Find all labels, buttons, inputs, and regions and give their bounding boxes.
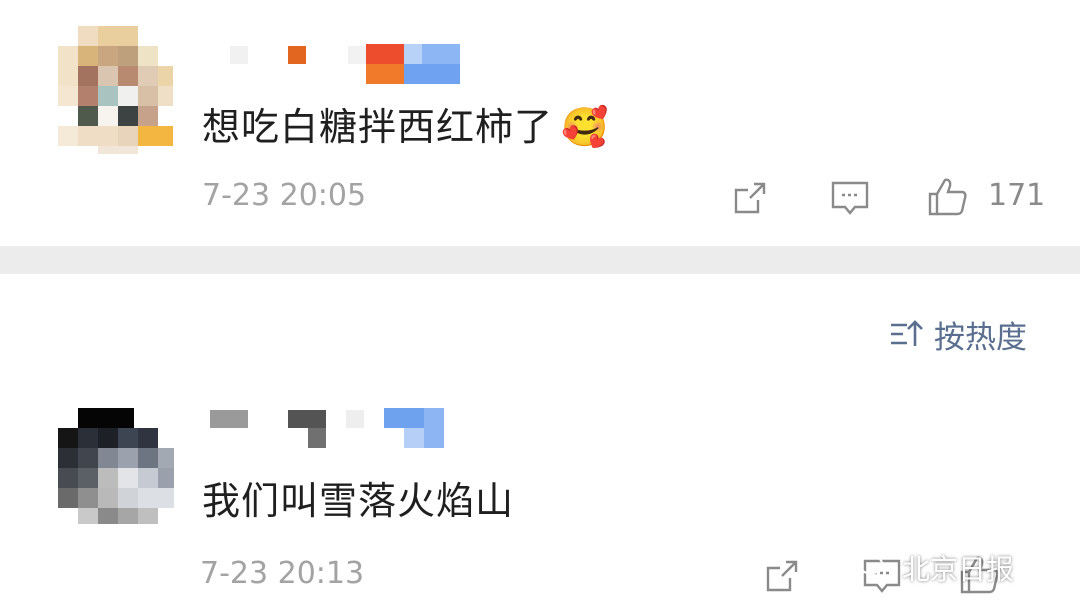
- watermark: 北京日报: [856, 548, 1014, 588]
- watermark-label: 北京日报: [902, 553, 1015, 586]
- comment-body: 想吃白糖拌西红柿了: [202, 105, 554, 149]
- username-redacted[interactable]: [230, 44, 466, 84]
- comment-timestamp: 7-23 20:05: [202, 178, 367, 213]
- section-divider: [0, 246, 1080, 274]
- comment-timestamp: 7-23 20:13: [200, 556, 365, 591]
- comment-text: 我们叫雪落火焰山: [202, 479, 515, 523]
- wechat-icon: [858, 554, 894, 580]
- hugging-emoji: 🥰: [561, 105, 610, 149]
- share-icon[interactable]: [728, 176, 772, 220]
- like-icon[interactable]: [926, 174, 970, 218]
- avatar[interactable]: [58, 408, 174, 524]
- share-icon[interactable]: [760, 554, 804, 598]
- sort-icon: [891, 320, 923, 346]
- comment-text: 想吃白糖拌西红柿了 🥰: [202, 96, 609, 151]
- username-redacted[interactable]: [210, 408, 446, 448]
- avatar[interactable]: [58, 26, 173, 154]
- sort-label: 按热度: [934, 319, 1027, 356]
- like-count: 171: [988, 178, 1046, 213]
- sort-by-heat-button[interactable]: 按热度: [888, 312, 1027, 356]
- reply-icon[interactable]: [828, 176, 872, 220]
